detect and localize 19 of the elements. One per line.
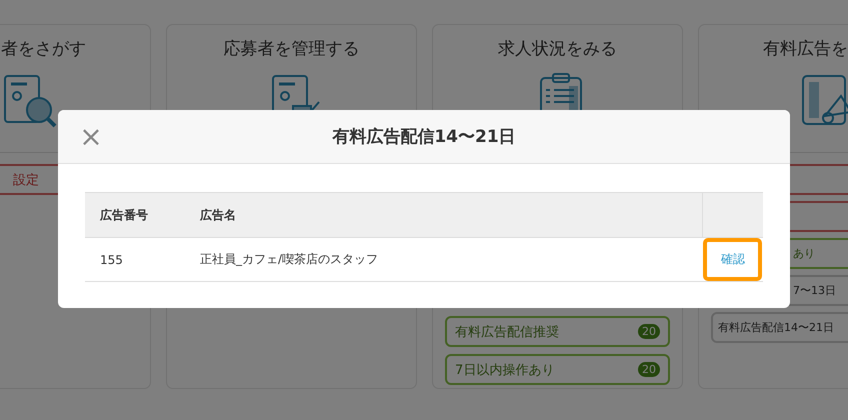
document-magnifier-icon (1, 72, 59, 130)
count-badge: 20 (638, 362, 660, 377)
table-cell: 正社員_カフェ/喫茶店のスタッフ (185, 238, 702, 282)
close-button[interactable]: × (78, 122, 104, 150)
card-title: 求人状況をみる (497, 38, 618, 60)
column-header: 広告名 (185, 192, 702, 238)
card-title: 応募者を管理する (222, 38, 360, 60)
card-title: 者をさがす (0, 38, 87, 60)
table-cell: 155 (85, 238, 185, 282)
column-header: 広告番号 (85, 192, 185, 238)
item-label: 7日以内操作あり (455, 362, 554, 378)
filter-item[interactable]: 有料広告配信推奨 20 (445, 316, 670, 347)
item-label: 有料広告配信推奨 (455, 324, 559, 340)
count-badge: 20 (638, 324, 660, 339)
confirm-link[interactable]: 確認 (703, 238, 762, 281)
card-title: 有料広告を (762, 38, 848, 60)
filter-item[interactable]: 有料広告配信14〜21日 (711, 312, 848, 343)
dialog-title: 有料広告配信14〜21日 (331, 126, 517, 148)
filter-item[interactable]: 7日以内操作あり 20 (445, 354, 670, 385)
